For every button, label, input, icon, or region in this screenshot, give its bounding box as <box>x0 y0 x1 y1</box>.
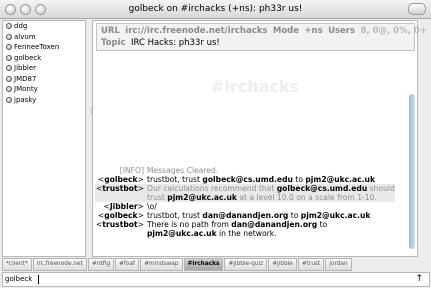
channel-mode: +ns <box>304 26 323 36</box>
user-status-icon <box>6 44 12 51</box>
topic-label: Topic <box>101 38 126 48</box>
title-bar: golbeck on #irchacks (+ns): ph33r us! <box>0 0 431 19</box>
message-text: trustbot, trust golbeck@cs.umd.edu to pj… <box>147 175 376 184</box>
message-line: <golbeck> trustbot, trust golbeck@cs.umd.… <box>95 175 395 184</box>
close-window-button[interactable] <box>5 4 16 15</box>
message-nick: <trustbot> <box>95 184 147 202</box>
channel-view: URL irc://irc.freenode.net/irchacks Mode… <box>92 20 427 257</box>
channel-watermark: #irchacks <box>210 77 300 96</box>
user-item[interactable]: JMD87 <box>3 74 85 85</box>
tab-jordan[interactable]: jordan <box>325 258 352 271</box>
tab-irc-freenode-net[interactable]: irc.freenode.net <box>32 258 87 271</box>
tab-trust[interactable]: #trust <box>297 258 325 271</box>
user-status-icon <box>6 96 12 103</box>
message-nick: <golbeck> <box>97 211 144 220</box>
channel-url[interactable]: irc://irc.freenode.net/irchacks <box>125 26 267 36</box>
tab-foaf[interactable]: #foaf <box>115 258 140 271</box>
message-line: <trustbot> There is no path from dan@dana… <box>95 220 395 238</box>
user-item[interactable]: jpasky <box>3 95 85 106</box>
channel-tabs: *client* irc.freenode.net #rdfig #foaf #mind… <box>2 258 428 271</box>
user-status-icon <box>6 23 12 30</box>
message-line: <Jibbler> \o/ <box>95 202 395 211</box>
user-name: golbeck <box>14 53 42 62</box>
user-status-icon <box>6 65 12 72</box>
url-label: URL <box>101 26 120 36</box>
user-name: JMD87 <box>14 74 37 83</box>
tab-rdfig[interactable]: #rdfig <box>87 258 115 271</box>
user-item[interactable]: JMonty <box>3 84 85 95</box>
user-name: ddg <box>14 22 28 31</box>
mode-label: Mode <box>272 26 300 36</box>
user-name: alvum <box>14 32 36 41</box>
window-title: golbeck on #irchacks (+ns): ph33r us! <box>128 4 303 14</box>
text-cursor <box>37 274 39 284</box>
scrollbar-thumb[interactable] <box>409 94 415 249</box>
arrow-up-icon[interactable]: ↑ <box>415 273 423 286</box>
message-line: <golbeck> trustbot, trust dan@danandjen.o… <box>95 211 395 220</box>
user-item[interactable]: alvum <box>3 32 85 43</box>
message-nick: <golbeck> <box>97 175 144 184</box>
input-nick: golbeck <box>5 275 33 283</box>
users-label: Users <box>328 26 356 36</box>
message-line: [INFO] Messages Cleared. <box>95 166 395 175</box>
user-list[interactable]: ddg alvum FenneeToxen golbeck Jibbler JMD87 JM… <box>2 20 86 257</box>
user-item[interactable]: FenneeToxen <box>3 42 85 53</box>
user-status-icon <box>6 75 12 82</box>
user-status-icon <box>6 86 12 93</box>
user-item[interactable]: golbeck <box>3 53 85 64</box>
message-line: <trustbot> Our calculations recommend tha… <box>95 184 395 202</box>
tab-irchacks[interactable]: #irchacks <box>183 258 224 271</box>
message-nick: <trustbot> <box>96 220 144 229</box>
users-count: 8, 0@, 0%, 0+ <box>360 26 427 36</box>
message-log: [INFO] Messages Cleared. <golbeck> trustbot… <box>95 166 395 238</box>
minimize-window-button[interactable] <box>20 4 31 15</box>
user-name: JMonty <box>14 85 38 94</box>
user-name: FenneeToxen <box>14 43 60 52</box>
channel-topic[interactable]: IRC Hacks: ph33r us! <box>131 38 220 48</box>
tab-mindswap[interactable]: #mindswap <box>140 258 183 271</box>
message-text: Our calculations recommend that golbeck@… <box>147 184 395 202</box>
message-text: Messages Cleared. <box>147 166 219 175</box>
message-nick: <Jibbler> <box>103 202 144 211</box>
message-text: trustbot, trust dan@danandjen.org to pjm… <box>147 211 371 220</box>
user-name: jpasky <box>14 95 37 104</box>
tab-client[interactable]: *client* <box>2 258 32 271</box>
tab-jibble-quiz[interactable]: #jibble-quiz <box>224 258 268 271</box>
user-name: Jibbler <box>14 64 37 73</box>
message-input-bar[interactable]: golbeck ↑ <box>2 272 430 287</box>
message-nick: [INFO] <box>119 166 144 175</box>
channel-info-box: URL irc://irc.freenode.net/irchacks Mode… <box>96 23 427 51</box>
message-text: \o/ <box>147 202 157 211</box>
message-text: There is no path from dan@danandjen.org … <box>147 220 328 238</box>
tab-jibble[interactable]: #jibble <box>268 258 297 271</box>
user-item[interactable]: Jibbler <box>3 63 85 74</box>
zoom-window-button[interactable] <box>35 4 46 15</box>
user-status-icon <box>6 33 12 40</box>
toolbar-toggle-button[interactable] <box>408 3 426 15</box>
user-item[interactable]: ddg <box>3 21 85 32</box>
window-controls <box>5 4 46 15</box>
user-status-icon <box>6 54 12 61</box>
message-scrollbar[interactable] <box>408 24 416 252</box>
